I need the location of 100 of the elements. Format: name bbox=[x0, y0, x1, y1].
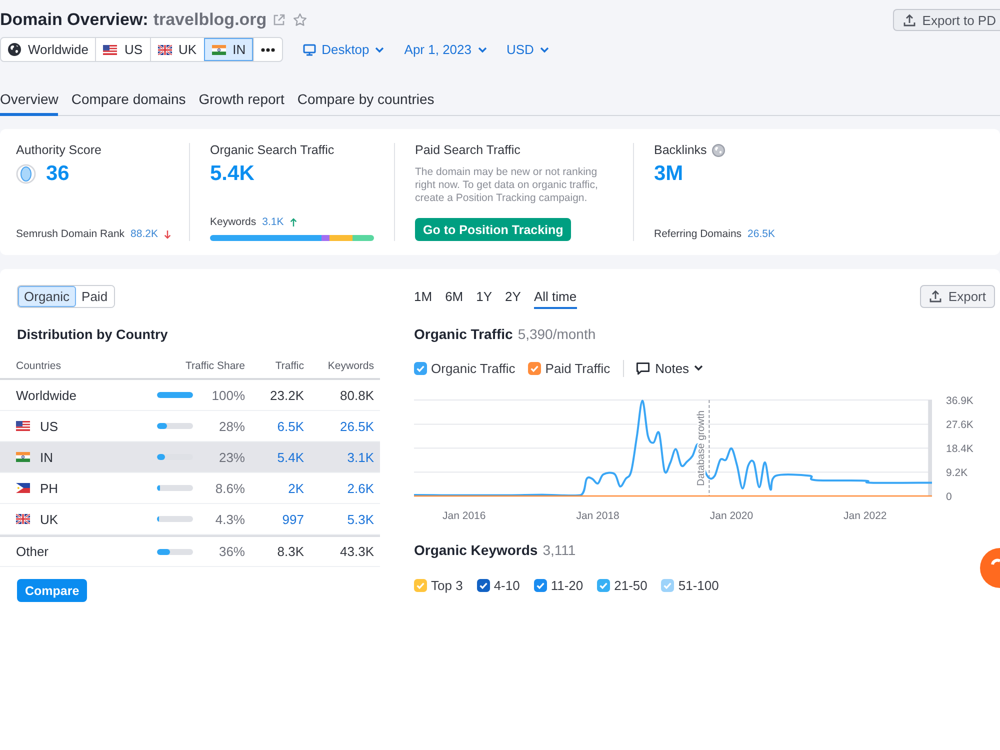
position-filter[interactable]: 11-20 bbox=[534, 578, 584, 592]
keywords-value[interactable]: 2.6K bbox=[347, 480, 374, 496]
country-name: UK bbox=[40, 512, 58, 526]
us-flag-icon bbox=[16, 421, 30, 431]
filter-dropdown[interactable]: Apr 1, 2023 bbox=[404, 42, 486, 57]
country-name: IN bbox=[40, 450, 53, 464]
nav-tab[interactable]: Overview bbox=[0, 85, 58, 116]
monitor-icon bbox=[302, 44, 316, 56]
table-row[interactable]: Worldwide 100% 23.2K 80.8K bbox=[0, 380, 380, 411]
keywords-value[interactable]: 3.1K bbox=[347, 450, 374, 464]
checkbox[interactable] bbox=[528, 362, 542, 374]
keywords-value[interactable]: 26.5K bbox=[340, 418, 374, 434]
country-name: PH bbox=[40, 480, 58, 496]
nav-tab[interactable]: Compare domains bbox=[71, 85, 186, 116]
metric-value: 5.4K bbox=[210, 161, 254, 187]
nav-tab[interactable]: Compare by countries bbox=[297, 85, 434, 116]
position-filter[interactable]: Top 3 bbox=[414, 578, 463, 592]
traffic-value: 8.3K bbox=[277, 544, 304, 559]
keywords-value: 80.8K bbox=[340, 388, 374, 402]
export-pdf-button[interactable]: Export to PD bbox=[893, 9, 1000, 31]
traffic-share: 100% bbox=[212, 388, 245, 402]
uk-flag-icon bbox=[16, 514, 30, 524]
traffic-value[interactable]: 997 bbox=[282, 512, 304, 526]
table-row[interactable]: PH 8.6% 2K 2.6K bbox=[0, 473, 380, 504]
metric-title: Organic Search Traffic bbox=[210, 143, 334, 158]
keywords-value[interactable]: 5.3K bbox=[347, 512, 374, 526]
philippines-flag-icon bbox=[16, 483, 30, 493]
chevron-down-icon bbox=[375, 46, 384, 52]
series-toggle[interactable]: Paid Traffic bbox=[528, 360, 610, 376]
metric-title: Authority Score bbox=[16, 143, 102, 158]
column-header: Traffic bbox=[275, 360, 304, 372]
chevron-down-icon bbox=[540, 46, 549, 52]
more-icon bbox=[260, 48, 275, 52]
checkbox[interactable] bbox=[476, 578, 490, 592]
y-axis-label: 0 bbox=[946, 491, 952, 503]
chart-summary: 3,111 bbox=[542, 542, 576, 559]
period-tab[interactable]: All time bbox=[534, 284, 577, 309]
traffic-share: 4.3% bbox=[215, 512, 245, 526]
y-axis-label: 18.4K bbox=[946, 443, 974, 456]
filter-dropdown[interactable]: Desktop bbox=[302, 42, 384, 57]
filter-dropdown[interactable]: USD bbox=[506, 42, 549, 57]
country-name: US bbox=[40, 418, 58, 434]
column-header: Keywords bbox=[328, 360, 374, 372]
country-name: Other bbox=[16, 544, 49, 559]
star-icon[interactable] bbox=[292, 13, 307, 27]
x-axis-label: Jan 2016 bbox=[442, 510, 486, 522]
upload-icon bbox=[903, 14, 916, 26]
metric-footer-link[interactable]: 26.5K bbox=[748, 228, 775, 240]
nav-tab[interactable]: Growth report bbox=[198, 85, 284, 116]
metric-title: Backlinks bbox=[654, 143, 707, 158]
y-axis-label: 27.6K bbox=[946, 419, 974, 432]
speech-bubble-icon bbox=[636, 362, 650, 374]
traffic-value[interactable]: 5.4K bbox=[277, 450, 304, 464]
position-filter[interactable]: 4-10 bbox=[476, 578, 520, 592]
period-tab[interactable]: 6M bbox=[445, 284, 464, 309]
checkbox[interactable] bbox=[414, 362, 427, 374]
traffic-share: 28% bbox=[218, 418, 245, 434]
period-tab[interactable]: 1Y bbox=[476, 284, 492, 309]
metric-footer-link[interactable]: 88.2K bbox=[130, 228, 158, 240]
table-row[interactable]: IN 23% 5.4K 3.1K bbox=[0, 442, 380, 473]
india-flag-icon bbox=[212, 44, 226, 54]
india-flag-icon bbox=[16, 452, 30, 462]
location-tab[interactable]: IN bbox=[204, 38, 253, 61]
traffic-value: 23.2K bbox=[270, 388, 304, 402]
series-toggle[interactable]: Organic Traffic bbox=[414, 360, 516, 376]
traffic-share: 36% bbox=[218, 544, 245, 559]
section-title: Distribution by Country bbox=[17, 326, 168, 343]
traffic-value[interactable]: 6.5K bbox=[277, 418, 304, 434]
metric-title: Paid Search Traffic bbox=[415, 143, 520, 158]
help-icon[interactable] bbox=[978, 548, 1000, 588]
external-link-icon[interactable] bbox=[272, 14, 285, 26]
globe-icon bbox=[712, 144, 725, 157]
metric-footer-link[interactable]: 3.1K bbox=[262, 216, 284, 228]
y-axis-label: 9.2K bbox=[946, 467, 968, 480]
column-header: Traffic Share bbox=[185, 360, 245, 372]
traffic-share: 8.6% bbox=[215, 480, 245, 496]
reference-line-label: Database growth bbox=[696, 410, 708, 486]
metric-footer-label: Referring Domains bbox=[654, 228, 742, 240]
x-axis-label: Jan 2020 bbox=[710, 510, 754, 522]
position-filter[interactable]: 21-50 bbox=[597, 578, 648, 592]
table-row[interactable]: UK 4.3% 997 5.3K bbox=[0, 504, 380, 535]
globe-icon bbox=[8, 43, 21, 56]
table-row[interactable]: Other 36% 8.3K 43.3K bbox=[0, 535, 380, 567]
x-axis-label: Jan 2022 bbox=[844, 510, 887, 522]
chart-summary: 5,390/month bbox=[518, 326, 596, 343]
traffic-value[interactable]: 2K bbox=[288, 480, 304, 496]
segment-toggle[interactable]: Organic bbox=[18, 286, 76, 307]
checkbox[interactable] bbox=[597, 578, 610, 592]
export-button[interactable]: Export bbox=[920, 285, 995, 308]
share-bar bbox=[157, 392, 193, 398]
position-filter[interactable]: 51-100 bbox=[661, 578, 719, 592]
notes-dropdown[interactable]: Notes bbox=[636, 360, 704, 376]
metric-value: 3M bbox=[654, 161, 684, 187]
domain-link[interactable]: travelblog.org bbox=[153, 10, 267, 30]
period-tab[interactable]: 1M bbox=[414, 284, 432, 309]
checkbox[interactable] bbox=[534, 578, 547, 592]
metric-footer-label: Keywords bbox=[210, 216, 256, 228]
chevron-down-icon bbox=[478, 46, 486, 52]
period-tab[interactable]: 2Y bbox=[505, 284, 521, 309]
traffic-share: 23% bbox=[218, 450, 245, 464]
